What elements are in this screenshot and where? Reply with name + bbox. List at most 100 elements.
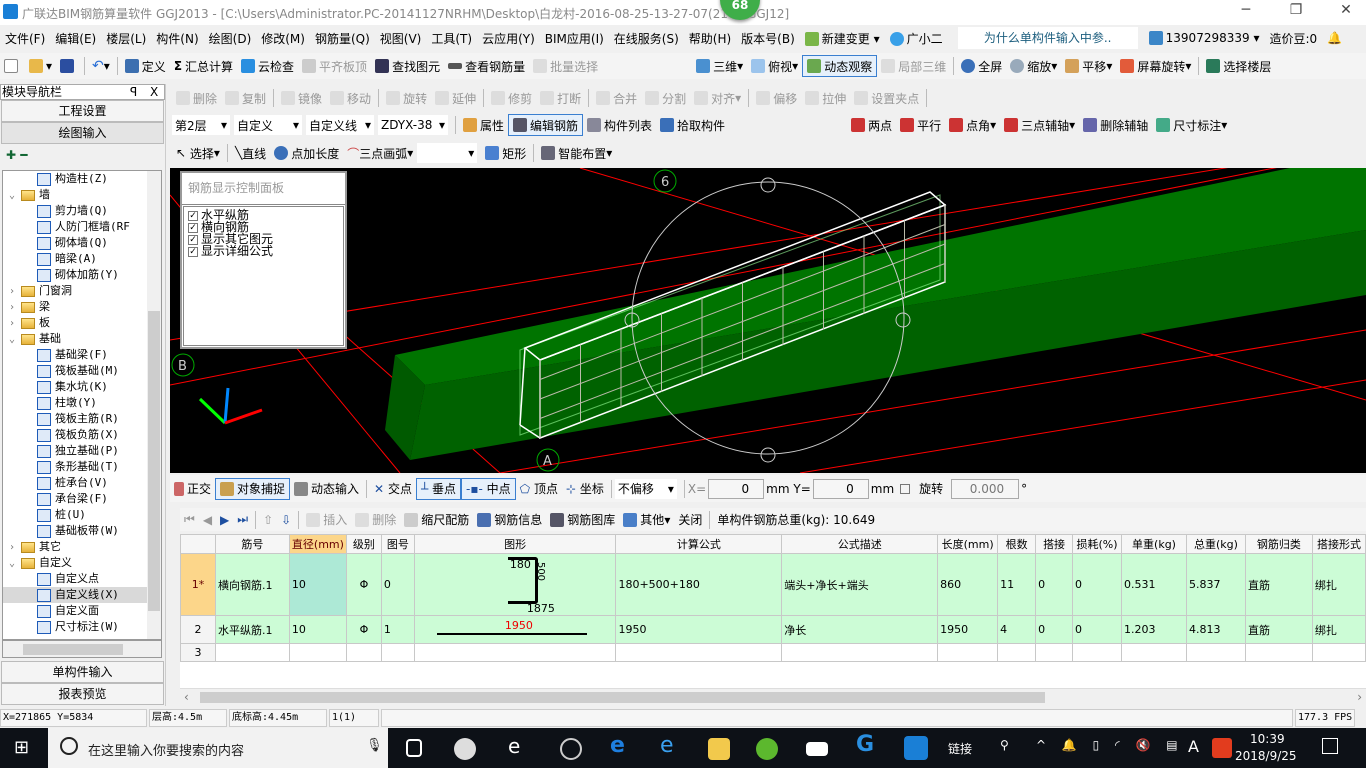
cell-grade[interactable]: Φ	[345, 553, 382, 616]
cell-description[interactable]: 净长	[781, 615, 939, 644]
column-header[interactable]: 单重(kg)	[1121, 534, 1187, 554]
tree-item[interactable]: › 其它	[3, 539, 161, 555]
model-canvas[interactable]: 6 B A	[170, 168, 1366, 473]
column-header[interactable]: 搭接	[1035, 534, 1074, 554]
column-header[interactable]	[180, 534, 216, 554]
cell-category[interactable]: 直筋	[1244, 615, 1313, 644]
chevron-right-icon[interactable]: ›	[9, 540, 21, 556]
tree-item[interactable]: 构造柱(Z)	[3, 171, 161, 187]
file-explorer-icon[interactable]	[708, 738, 730, 760]
task-view-icon[interactable]	[406, 739, 422, 757]
other-button[interactable]: 其他 ▾	[619, 509, 674, 531]
dynamic-input-button[interactable]: 动态输入	[290, 478, 363, 500]
tree-vscroll[interactable]	[147, 171, 161, 639]
cell-name[interactable]: 横向钢筋.1	[214, 553, 290, 616]
pan-button[interactable]: 平移 ▾	[1061, 55, 1116, 77]
cell-lap[interactable]: 0	[1035, 553, 1074, 616]
open-file-button[interactable]: ▾	[25, 55, 56, 77]
select-button[interactable]: ↖ 选择 ▾	[172, 142, 224, 164]
tree-item[interactable]: ⌄ 墙	[3, 187, 161, 203]
move-button[interactable]: 移动	[326, 87, 375, 109]
notification-icon[interactable]	[1322, 738, 1338, 754]
pin-icon[interactable]: ꟼ	[130, 85, 150, 99]
sogou-icon[interactable]	[1212, 738, 1232, 758]
minimize-button[interactable]: ─	[1226, 2, 1266, 22]
menu-help[interactable]: 帮助(H)	[684, 30, 736, 47]
cell-count[interactable]: 11	[997, 553, 1037, 616]
cell-figure-no[interactable]: 0	[380, 553, 415, 616]
table-hscroll[interactable]: ‹ ›	[180, 688, 1366, 705]
column-header[interactable]: 计算公式	[615, 534, 783, 554]
component-list-button[interactable]: 构件列表	[583, 114, 656, 136]
two-point-axis-button[interactable]: 两点	[847, 114, 896, 136]
tree-item[interactable]: 条形基础(T)	[3, 459, 161, 475]
batch-select-button[interactable]: 批量选择	[529, 55, 602, 77]
trim-button[interactable]: 修剪	[487, 87, 536, 109]
tree-item[interactable]: › 门窗洞	[3, 283, 161, 299]
collapse-all-icon[interactable]: ━	[20, 148, 27, 162]
cell-description[interactable]: 端头+净长+端头	[781, 553, 939, 616]
question-link[interactable]: 为什么单构件输入中参..	[957, 27, 1138, 49]
tree-item[interactable]: 筏板主筋(R)	[3, 411, 161, 427]
next-record-button[interactable]: ▶	[216, 509, 233, 531]
column-header[interactable]: 长度(mm)	[937, 534, 999, 554]
subtype-select[interactable]: 自定义线 ▾	[306, 115, 374, 135]
restore-button[interactable]: ❐	[1276, 2, 1316, 22]
close-button[interactable]: ✕	[1326, 2, 1366, 22]
clock-time[interactable]: 10:39	[1250, 732, 1285, 746]
define-button[interactable]: 定义	[121, 55, 170, 77]
parallel-axis-button[interactable]: 平行	[896, 114, 945, 136]
edit-rebar-button[interactable]: 编辑钢筋	[508, 114, 584, 136]
fullscreen-button[interactable]: 全屏	[957, 55, 1006, 77]
summary-calc-button[interactable]: Σ 汇总计算	[170, 55, 237, 77]
rectangle-button[interactable]: 矩形	[481, 142, 530, 164]
project-settings-button[interactable]: 工程设置	[1, 100, 164, 122]
cell-figure-no[interactable]: 1	[380, 615, 415, 644]
prev-record-button[interactable]: ◀	[199, 509, 216, 531]
tree-item[interactable]: 桩承台(V)	[3, 475, 161, 491]
move-down-button[interactable]: ⇩	[277, 509, 295, 531]
rebar-info-button[interactable]: 钢筋信息	[473, 509, 546, 531]
copy-button[interactable]: 复制	[221, 87, 270, 109]
single-component-input-button[interactable]: 单构件输入	[1, 661, 164, 683]
tree-item[interactable]: 集水坑(K)	[3, 379, 161, 395]
dimension-button[interactable]: 尺寸标注 ▾	[1152, 114, 1231, 136]
chevron-down-icon[interactable]: ⌄	[9, 188, 21, 204]
midpoint-snap-button[interactable]: -▪- 中点	[461, 477, 516, 500]
new-file-button[interactable]	[0, 55, 25, 77]
column-header[interactable]: 级别	[345, 534, 382, 554]
ggj-app-icon[interactable]	[904, 736, 928, 760]
column-header[interactable]: 筋号	[214, 534, 290, 554]
tree-item[interactable]: 自定义线(X)	[3, 587, 161, 603]
tree-item[interactable]: 自定义点	[3, 571, 161, 587]
save-button[interactable]	[56, 55, 81, 77]
cell-name[interactable]: 水平纵筋.1	[214, 615, 290, 644]
split-button[interactable]: 分割	[641, 87, 690, 109]
select-floor-button[interactable]: 选择楼层	[1202, 55, 1275, 77]
chevron-right-icon[interactable]: ›	[9, 284, 21, 300]
menu-bim[interactable]: BIM应用(I)	[540, 30, 609, 47]
ime-indicator[interactable]: A	[1188, 737, 1199, 756]
ortho-button[interactable]: 正交	[170, 478, 215, 500]
object-snap-button[interactable]: 对象捕捉	[215, 477, 291, 500]
set-grip-button[interactable]: 设置夹点	[850, 87, 923, 109]
scale-rebar-button[interactable]: 缩尺配筋	[400, 509, 473, 531]
type-select[interactable]: 自定义 ▾	[234, 115, 302, 135]
cell-unit-weight[interactable]: 0.531	[1121, 553, 1187, 616]
column-header[interactable]: 搭接形式	[1311, 534, 1366, 554]
chevron-right-icon[interactable]: ›	[9, 300, 21, 316]
menu-online[interactable]: 在线服务(S)	[609, 30, 684, 47]
tree-item[interactable]: 独立基础(P)	[3, 443, 161, 459]
column-header[interactable]: 损耗(%)	[1072, 534, 1123, 554]
rotate-checkbox[interactable]	[900, 483, 911, 494]
cell-lap[interactable]: 0	[1035, 615, 1074, 644]
top-view-button[interactable]: 俯视 ▾	[747, 55, 802, 77]
local-3d-button[interactable]: 局部三维	[877, 55, 950, 77]
tree-item[interactable]: › 板	[3, 315, 161, 331]
checkbox-checked-icon[interactable]: ✓	[188, 246, 198, 257]
column-header[interactable]: 总重(kg)	[1185, 534, 1246, 554]
menu-view[interactable]: 视图(V)	[375, 30, 427, 47]
vertex-snap-button[interactable]: ⬠ 顶点	[516, 478, 562, 500]
cell-shape[interactable]: 180 500 1875	[413, 553, 617, 616]
properties-button[interactable]: 属性	[459, 114, 508, 136]
